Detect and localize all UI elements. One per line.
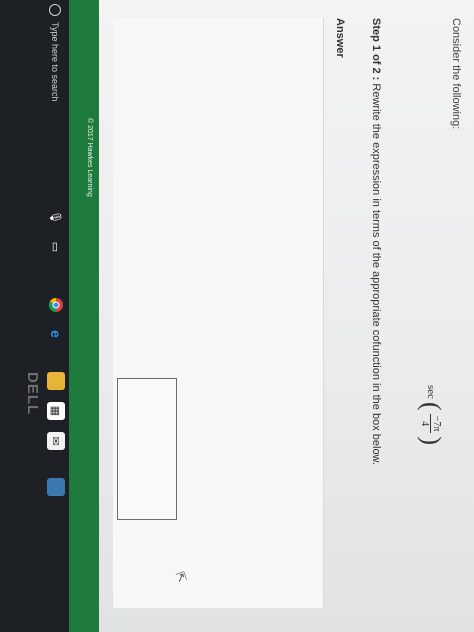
math-expression: sec ( −7π 4 ) [417,385,446,446]
task-view-icon[interactable]: ▭ [47,238,65,256]
mic-icon[interactable]: 🎙 [47,208,65,226]
step-instruction: Step 1 of 2 : Rewrite the expression in … [370,18,382,465]
taskbar-search[interactable]: Type here to search [41,0,69,124]
answer-label: Answer [334,18,346,58]
right-paren: ) [417,436,446,446]
problem-page: Consider the following: sec ( −7π 4 ) St… [69,0,474,632]
python-icon[interactable] [47,478,65,496]
step-text: Rewrite the expression in terms of the a… [370,83,382,465]
search-placeholder: Type here to search [50,22,60,102]
left-paren: ( [417,402,446,411]
fraction: −7π 4 [419,413,443,434]
denominator: 4 [419,421,431,427]
edge-icon[interactable]: e [47,325,65,343]
store-icon[interactable]: ▦ [47,402,65,420]
rotated-screen: Consider the following: sec ( −7π 4 ) St… [0,0,474,632]
mail-icon[interactable]: ✉ [47,432,65,450]
dell-logo: DELL [24,372,41,416]
problem-prompt: Consider the following: [450,18,462,130]
search-icon [49,4,61,16]
windows-taskbar: Type here to search 🎙 ▭ e ▦ ✉ DELL [0,0,69,632]
footer-bar: © 2017 Hawkes Learning [69,0,99,632]
copyright-text: © 2017 Hawkes Learning [86,118,93,197]
step-label: Step 1 of 2 : [370,18,382,81]
function-name: sec [425,385,437,400]
file-explorer-icon[interactable] [47,372,65,390]
numerator: −7π [430,413,443,434]
chrome-icon[interactable] [47,296,65,314]
answer-panel [113,18,324,608]
answer-input-box[interactable] [117,378,177,520]
